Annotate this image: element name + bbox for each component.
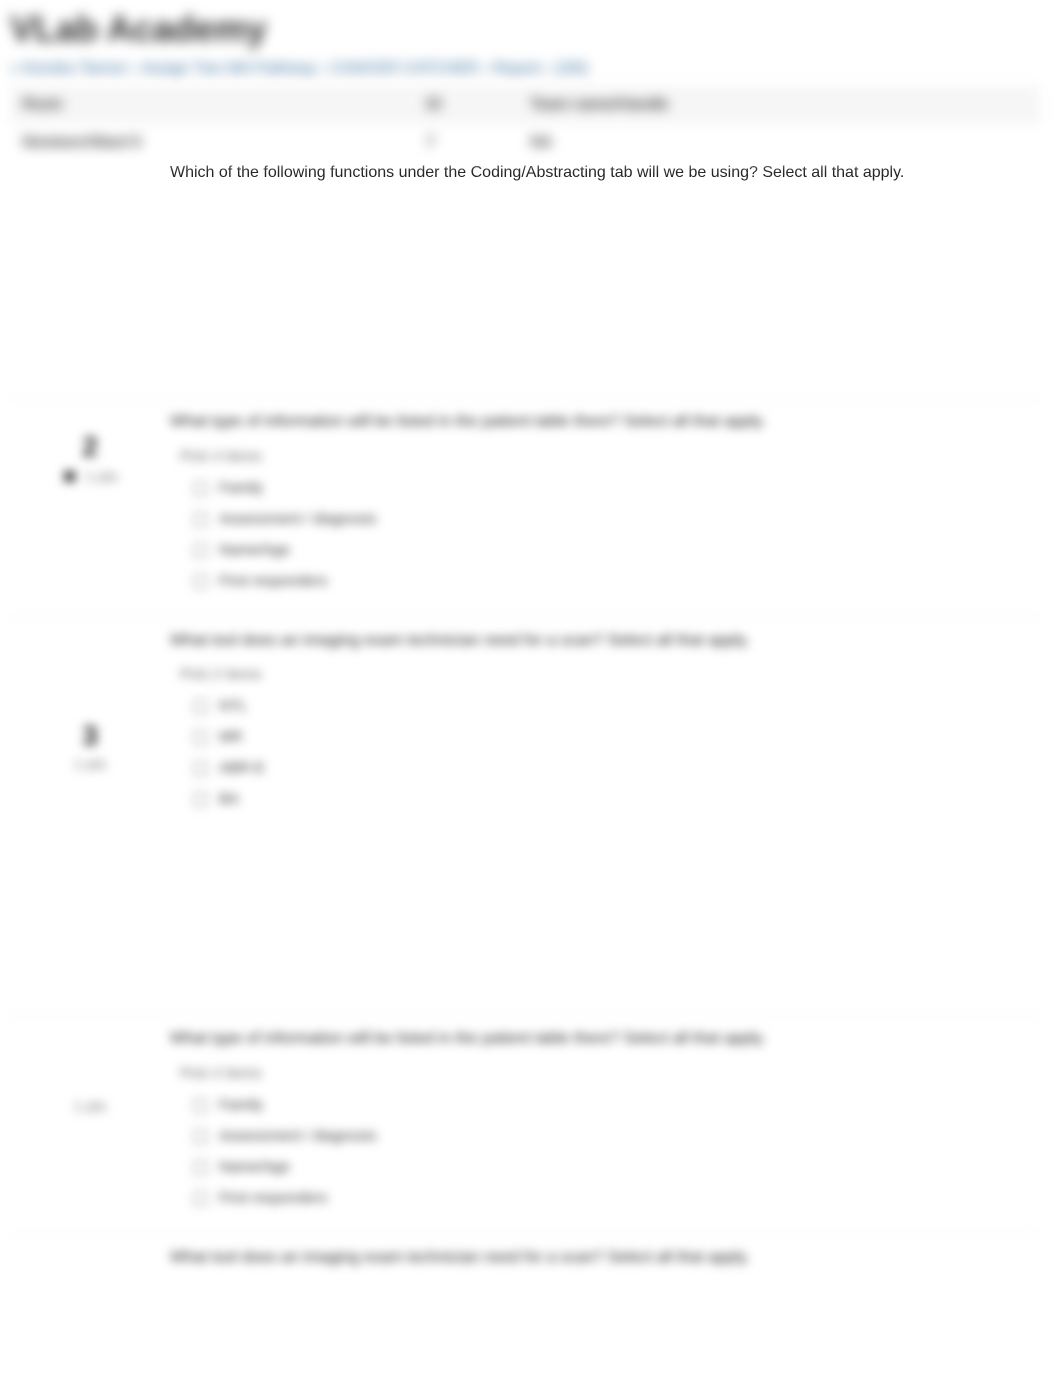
- option-item[interactable]: Family: [190, 473, 1020, 504]
- question-block: Which of the following functions under t…: [10, 162, 1040, 398]
- option-checkbox[interactable]: [193, 481, 207, 495]
- option-label: MR: [219, 729, 242, 746]
- option-item[interactable]: ABR-E: [190, 753, 1020, 784]
- option-item[interactable]: Name/Age: [190, 535, 1020, 566]
- info-header-row: Resin ID Team name/Handle: [10, 86, 1040, 124]
- option-item[interactable]: BA: [190, 784, 1020, 815]
- option-item[interactable]: Assessment / diagnosis: [190, 1121, 1020, 1152]
- option-item[interactable]: First responders: [190, 566, 1020, 597]
- option-checkbox[interactable]: [193, 700, 207, 714]
- x-icon: ✖: [62, 467, 77, 488]
- question-prompt: What type of information will be listed …: [170, 411, 1020, 433]
- question-block: What tool does an imaging exam technicia…: [10, 1234, 1040, 1289]
- question-prompt: What tool does an imaging exam technicia…: [170, 630, 1020, 652]
- pick-hint: Pick 4 Items: [180, 448, 1020, 465]
- question-points: 1 pts: [74, 756, 107, 773]
- option-label: Name/Age: [219, 541, 290, 558]
- info-data-row: Nineteen/Ward 6 7 NA: [10, 124, 1040, 162]
- option-checkbox[interactable]: [193, 1160, 207, 1174]
- option-label: BA: [219, 791, 239, 808]
- question-sidebar: [10, 162, 170, 198]
- info-d2: 7: [414, 124, 518, 162]
- breadcrumb[interactable]: « Kendra Tanner › Assign Two MA Pathway …: [10, 60, 1052, 78]
- option-item[interactable]: Name/Age: [190, 1152, 1020, 1183]
- pick-hint: Pick 2 Items: [180, 666, 1020, 683]
- option-checkbox[interactable]: [193, 574, 207, 588]
- option-item[interactable]: MR: [190, 722, 1020, 753]
- question-number: 3: [10, 720, 170, 752]
- option-checkbox[interactable]: [193, 793, 207, 807]
- question-block: 2 ✖ 1 pts What type of information will …: [10, 398, 1040, 616]
- option-checkbox[interactable]: [193, 731, 207, 745]
- question-sidebar: 3 1 pts: [10, 630, 170, 815]
- question-prompt: What tool does an imaging exam technicia…: [170, 1247, 1020, 1269]
- info-table: Resin ID Team name/Handle Nineteen/Ward …: [10, 86, 1040, 162]
- option-checkbox[interactable]: [193, 762, 207, 776]
- info-d3: NA: [518, 124, 1040, 162]
- option-item[interactable]: First responders: [190, 1183, 1020, 1214]
- info-h2: ID: [414, 86, 518, 124]
- options-list: NTL MR ABR-E BA: [170, 691, 1020, 815]
- question-points: 1 pts: [85, 469, 118, 486]
- option-checkbox[interactable]: [193, 1191, 207, 1205]
- option-label: First responders: [219, 1189, 327, 1206]
- option-label: Name/Age: [219, 1158, 290, 1175]
- pick-hint: Pick 4 Items: [180, 1065, 1020, 1082]
- question-prompt: Which of the following functions under t…: [170, 162, 1020, 184]
- option-label: Family: [219, 479, 263, 496]
- question-number: 2: [10, 431, 170, 463]
- option-checkbox[interactable]: [193, 512, 207, 526]
- option-checkbox[interactable]: [193, 543, 207, 557]
- options-list: Family Assessment / diagnosis Name/Age F…: [170, 1090, 1020, 1214]
- question-points: 1 pts: [74, 1098, 107, 1115]
- question-list: Which of the following functions under t…: [10, 162, 1040, 1289]
- info-h1: Resin: [10, 86, 414, 124]
- option-label: NTL: [219, 698, 247, 715]
- option-checkbox[interactable]: [193, 1129, 207, 1143]
- question-sidebar: [10, 1247, 170, 1283]
- info-h3: Team name/Handle: [518, 86, 1040, 124]
- info-d1: Nineteen/Ward 6: [10, 124, 414, 162]
- options-list: Family Assessment / diagnosis Name/Age F…: [170, 473, 1020, 597]
- option-item[interactable]: NTL: [190, 691, 1020, 722]
- site-logo: VLab Academy: [10, 8, 1052, 50]
- option-item[interactable]: Family: [190, 1090, 1020, 1121]
- question-block: 3 1 pts What tool does an imaging exam t…: [10, 617, 1040, 1015]
- option-label: ABR-E: [219, 760, 265, 777]
- question-sidebar: 2 ✖ 1 pts: [10, 411, 170, 596]
- question-block: 1 pts What type of information will be l…: [10, 1015, 1040, 1233]
- option-label: Assessment / diagnosis: [219, 1127, 377, 1144]
- option-label: Assessment / diagnosis: [219, 510, 377, 527]
- option-item[interactable]: Assessment / diagnosis: [190, 504, 1020, 535]
- question-sidebar: 1 pts: [10, 1028, 170, 1213]
- option-checkbox[interactable]: [193, 1098, 207, 1112]
- option-label: First responders: [219, 572, 327, 589]
- question-prompt: What type of information will be listed …: [170, 1028, 1020, 1050]
- option-label: Family: [219, 1096, 263, 1113]
